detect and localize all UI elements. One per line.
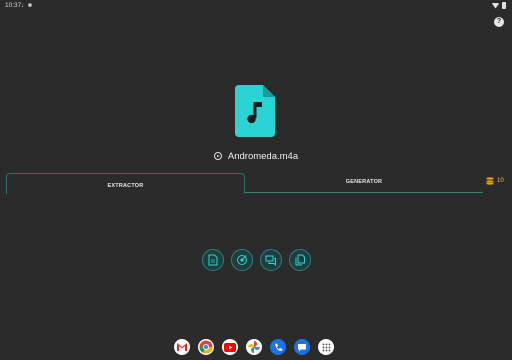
status-system-icons bbox=[492, 2, 506, 9]
coins-badge[interactable]: 10 bbox=[486, 177, 504, 185]
chrome-icon[interactable] bbox=[198, 339, 214, 355]
coins-icon bbox=[486, 177, 494, 185]
app-drawer-icon[interactable] bbox=[318, 339, 334, 355]
audio-file-icon bbox=[235, 85, 275, 137]
target-icon bbox=[237, 255, 247, 265]
copy-file-icon bbox=[295, 254, 305, 266]
filename-row[interactable]: Andromeda.m4a bbox=[0, 150, 512, 162]
youtube-icon[interactable] bbox=[222, 339, 238, 355]
copy-file-button[interactable] bbox=[289, 249, 311, 271]
battery-icon bbox=[502, 2, 506, 9]
status-notification-icons: ↓ ■ bbox=[21, 2, 33, 9]
phone-icon[interactable] bbox=[270, 339, 286, 355]
coins-count: 10 bbox=[497, 178, 504, 184]
messages-icon[interactable] bbox=[294, 339, 310, 355]
chat-button[interactable] bbox=[260, 249, 282, 271]
photos-icon[interactable] bbox=[246, 339, 262, 355]
tab-extractor[interactable]: EXTRACTOR bbox=[6, 173, 245, 194]
gmail-icon[interactable] bbox=[174, 339, 190, 355]
wifi-icon bbox=[492, 2, 499, 9]
app-dock bbox=[174, 339, 334, 355]
status-bar: 10:37 ↓ ■ bbox=[0, 0, 512, 12]
tab-generator[interactable]: GENERATOR bbox=[245, 173, 483, 194]
tab-divider bbox=[245, 192, 483, 193]
action-buttons bbox=[202, 249, 311, 271]
target-button[interactable] bbox=[231, 249, 253, 271]
file-name: Andromeda.m4a bbox=[227, 150, 299, 162]
document-button[interactable] bbox=[202, 249, 224, 271]
tab-bar: EXTRACTOR GENERATOR bbox=[6, 173, 483, 194]
chat-icon bbox=[265, 255, 276, 266]
play-icon[interactable] bbox=[213, 152, 222, 160]
status-time: 10:37 bbox=[5, 2, 22, 9]
help-button[interactable]: ? bbox=[494, 17, 504, 27]
document-icon bbox=[208, 254, 218, 266]
